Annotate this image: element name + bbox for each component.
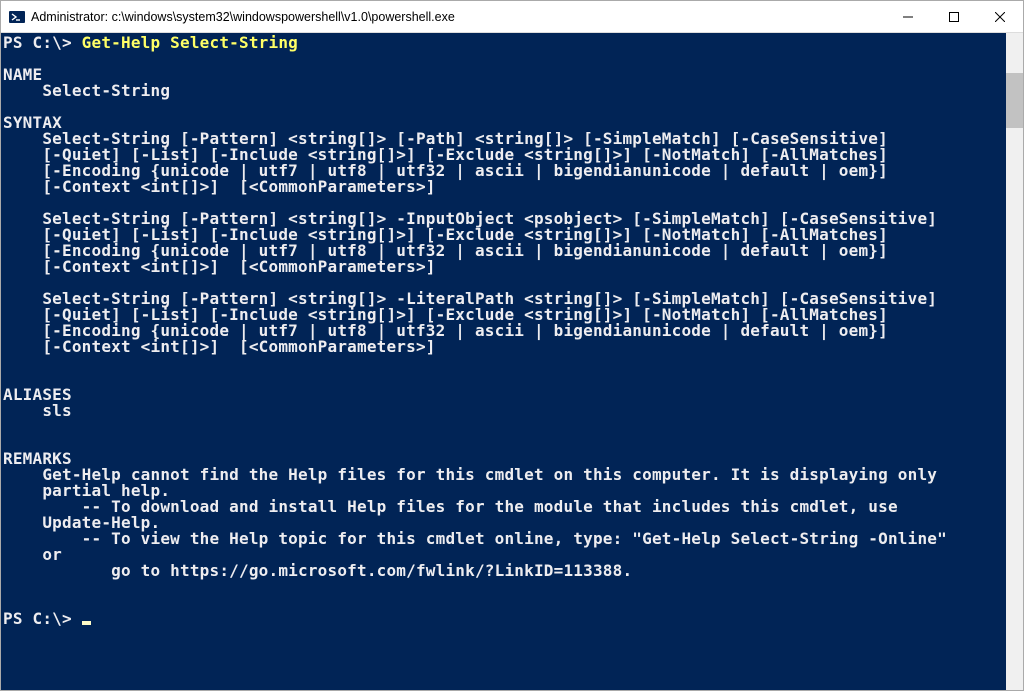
- help-syntax-line: [-Context <int[]>] [<CommonParameters>]: [3, 257, 436, 276]
- terminal-output[interactable]: PS C:\> Get-Help Select-String NAME Sele…: [1, 33, 1006, 690]
- minimize-button[interactable]: [885, 1, 931, 32]
- cursor-icon: [82, 621, 91, 625]
- maximize-button[interactable]: [931, 1, 977, 32]
- prompt-prefix: PS C:\>: [3, 609, 82, 628]
- close-button[interactable]: [977, 1, 1023, 32]
- help-remarks-line: go to https://go.microsoft.com/fwlink/?L…: [3, 561, 632, 580]
- help-aliases-body: sls: [3, 401, 72, 420]
- prompt-command: Get-Help Select-String: [82, 33, 298, 52]
- prompt-prefix: PS C:\>: [3, 33, 82, 52]
- vertical-scrollbar[interactable]: [1006, 33, 1023, 690]
- help-name-body: Select-String: [3, 81, 170, 100]
- help-syntax-line: [-Context <int[]>] [<CommonParameters>]: [3, 177, 436, 196]
- window-titlebar: Administrator: c:\windows\system32\windo…: [1, 1, 1023, 33]
- window-title: Administrator: c:\windows\system32\windo…: [31, 10, 885, 24]
- help-remarks-line: -- To view the Help topic for this cmdle…: [3, 529, 947, 548]
- help-syntax-line: [-Context <int[]>] [<CommonParameters>]: [3, 337, 436, 356]
- scrollbar-thumb[interactable]: [1006, 73, 1023, 128]
- powershell-icon: [9, 9, 25, 25]
